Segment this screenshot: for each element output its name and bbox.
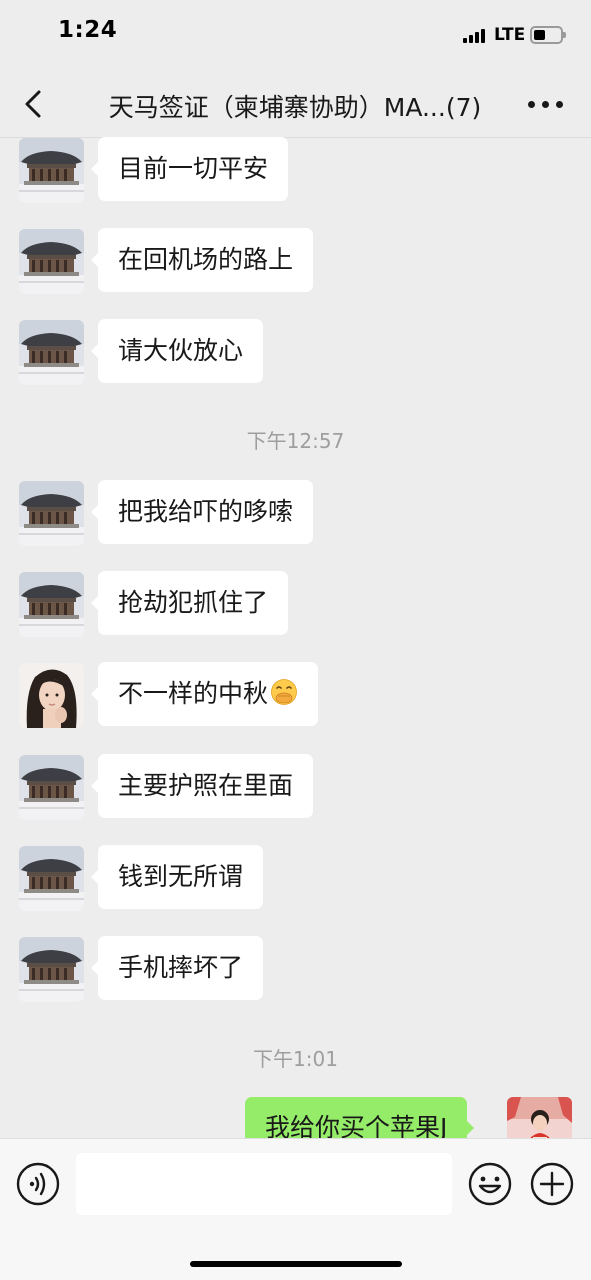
avatar[interactable] xyxy=(19,229,84,294)
message-bubble[interactable]: 抢劫犯抓住了 xyxy=(90,571,289,635)
signal-icon xyxy=(463,27,489,43)
voice-icon xyxy=(16,1162,60,1206)
smiley-icon xyxy=(468,1162,512,1206)
timestamp-divider: 下午1:01 xyxy=(253,1047,338,1071)
nav-bar: 天马签证（柬埔寨协助）MA...(7) xyxy=(0,70,591,138)
message-row: 把我给吓的哆嗦 xyxy=(0,480,591,546)
message-row: 手机摔坏了 xyxy=(0,936,591,1002)
message-text: 不一样的中秋 xyxy=(118,679,269,708)
message-row: 在回机场的路上 xyxy=(0,228,591,294)
message-bubble[interactable]: 手机摔坏了 xyxy=(90,936,264,1000)
back-button[interactable] xyxy=(14,84,54,124)
message-row: 请大伙放心 xyxy=(0,319,591,385)
message-bubble[interactable]: 不一样的中秋 xyxy=(90,662,319,726)
emoji-button[interactable] xyxy=(468,1162,512,1206)
message-row: 钱到无所谓 xyxy=(0,845,591,911)
status-time: 1:24 xyxy=(58,17,118,43)
message-bubble[interactable]: 在回机场的路上 xyxy=(90,228,314,292)
message-row: 不一样的中秋 xyxy=(0,662,591,728)
message-row: 主要护照在里面 xyxy=(0,754,591,820)
message-input[interactable] xyxy=(76,1153,452,1215)
message-bubble[interactable]: 目前一切平安 xyxy=(90,137,289,201)
voice-button[interactable] xyxy=(16,1162,60,1206)
avatar[interactable] xyxy=(19,572,84,637)
network-type: LTE xyxy=(494,25,526,45)
avatar[interactable] xyxy=(19,755,84,820)
chat-title: 天马签证（柬埔寨协助）MA...(7) xyxy=(108,93,482,122)
message-bubble[interactable]: 钱到无所谓 xyxy=(90,845,264,909)
avatar[interactable] xyxy=(19,937,84,1002)
message-row: 抢劫犯抓住了 xyxy=(0,571,591,637)
home-indicator xyxy=(190,1261,402,1267)
avatar[interactable] xyxy=(19,663,84,728)
avatar[interactable] xyxy=(19,138,84,203)
timestamp-divider: 下午12:57 xyxy=(246,429,345,453)
input-bar xyxy=(0,1138,591,1280)
more-button[interactable] xyxy=(522,86,568,122)
more-dots-icon xyxy=(528,101,535,108)
message-bubble[interactable]: 请大伙放心 xyxy=(90,319,264,383)
message-row: 目前一切平安 xyxy=(0,137,591,203)
hand-over-mouth-emoji-icon xyxy=(271,679,297,705)
avatar[interactable] xyxy=(19,846,84,911)
message-bubble[interactable]: 主要护照在里面 xyxy=(90,754,314,818)
status-bar: 1:24 LTE xyxy=(0,0,591,70)
plus-button[interactable] xyxy=(530,1162,574,1206)
plus-circle-icon xyxy=(530,1162,574,1206)
avatar[interactable] xyxy=(19,481,84,546)
avatar[interactable] xyxy=(19,320,84,385)
battery-icon xyxy=(530,26,566,44)
chat-screen: 1:24 LTE 天马签证（柬埔寨协助）MA...(7) 目前一切平安 在回机场 xyxy=(0,0,591,1280)
chevron-left-icon xyxy=(25,90,41,118)
message-bubble[interactable]: 把我给吓的哆嗦 xyxy=(90,480,314,544)
